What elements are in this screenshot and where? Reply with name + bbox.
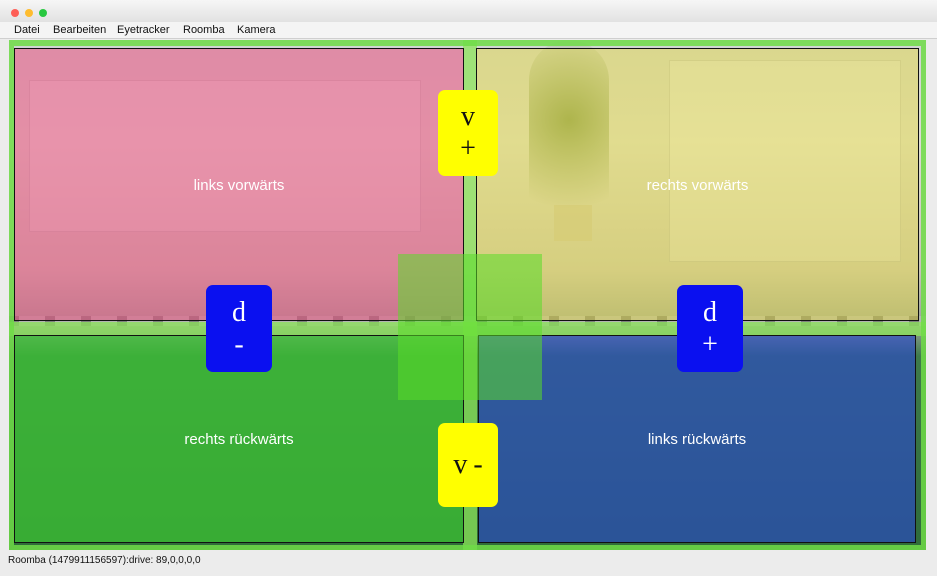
zone-left-forward[interactable]: links vorwärts bbox=[14, 48, 464, 321]
speed-up-sign: + bbox=[460, 133, 476, 164]
speed-down-button[interactable]: v - bbox=[438, 423, 498, 507]
direction-minus-button[interactable]: d - bbox=[206, 285, 272, 372]
menu-bearbeiten[interactable]: Bearbeiten bbox=[53, 22, 106, 38]
direction-minus-sign: - bbox=[234, 328, 244, 360]
speed-down-sign: - bbox=[473, 449, 483, 480]
zone-left-forward-label: links vorwärts bbox=[193, 177, 285, 194]
menu-roomba[interactable]: Roomba bbox=[183, 22, 225, 38]
direction-minus-letter: d bbox=[232, 296, 246, 328]
status-bar: Roomba (1479911156597):drive: 89,0,0,0,0 bbox=[0, 553, 937, 576]
status-text: Roomba (1479911156597):drive: 89,0,0,0,0 bbox=[8, 555, 201, 566]
close-window-button[interactable] bbox=[11, 9, 19, 17]
menu-datei[interactable]: Datei bbox=[14, 22, 40, 38]
menu-eyetracker[interactable]: Eyetracker bbox=[117, 22, 170, 38]
minimize-window-button[interactable] bbox=[25, 9, 33, 17]
title-bar bbox=[0, 0, 937, 22]
menu-kamera[interactable]: Kamera bbox=[237, 22, 276, 38]
zone-right-backward-label: rechts rückwärts bbox=[184, 431, 294, 448]
zone-left-backward-label: links rückwärts bbox=[647, 431, 747, 448]
direction-plus-button[interactable]: d + bbox=[677, 285, 743, 372]
menu-bar: Datei Bearbeiten Eyetracker Roomba Kamer… bbox=[0, 22, 937, 39]
speed-down-letter: v bbox=[453, 449, 468, 480]
zoom-window-button[interactable] bbox=[39, 9, 47, 17]
speed-up-button[interactable]: v + bbox=[438, 90, 498, 176]
direction-plus-letter: d bbox=[703, 296, 717, 328]
zone-right-forward[interactable]: rechts vorwärts bbox=[476, 48, 919, 321]
zone-right-forward-label: rechts vorwärts bbox=[646, 177, 749, 194]
app-window: Datei Bearbeiten Eyetracker Roomba Kamer… bbox=[0, 0, 937, 576]
camera-view: links vorwärts rechts vorwärts rechts rü… bbox=[9, 40, 926, 550]
speed-up-letter: v bbox=[461, 101, 475, 132]
direction-plus-sign: + bbox=[702, 328, 718, 360]
gaze-center-marker bbox=[398, 254, 542, 400]
